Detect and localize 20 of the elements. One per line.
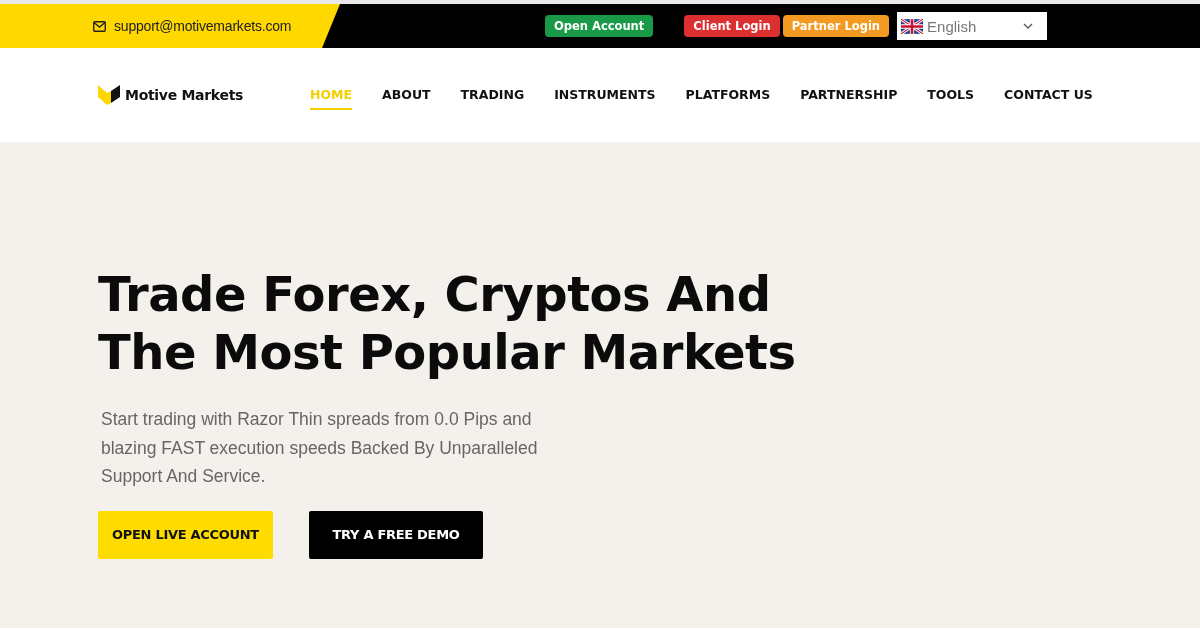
cta-button[interactable]: TRY A FREE DEMO bbox=[309, 510, 483, 559]
cta-button[interactable]: OPEN LIVE ACCOUNT bbox=[98, 510, 273, 559]
language-select[interactable]: English bbox=[897, 12, 1048, 40]
nav-link[interactable]: PLATFORMS bbox=[685, 80, 771, 110]
nav-link[interactable]: INSTRUMENTS bbox=[554, 80, 656, 110]
nav-link[interactable]: ABOUT bbox=[382, 80, 431, 110]
hero-text: Start trading with Razor Thin spreads from 0.0 Pips and blazing FAST execution speeds Backed By Unparalleled Support And Service. bbox=[101, 408, 539, 488]
email-link[interactable]: support@motivemarkets.com bbox=[114, 18, 292, 34]
nav-link[interactable]: CONTACT US bbox=[1004, 80, 1093, 110]
email-icon bbox=[93, 20, 106, 32]
top-button[interactable]: Client Login bbox=[684, 15, 780, 37]
flag-icon bbox=[901, 18, 924, 34]
logo-icon bbox=[98, 85, 120, 105]
logo-text[interactable]: Motive Markets bbox=[125, 87, 244, 103]
top-button[interactable]: Open Account bbox=[545, 15, 654, 37]
hero-heading: Trade Forex, Cryptos And The Most Popular Markets bbox=[98, 265, 797, 381]
nav-link[interactable]: TOOLS bbox=[927, 80, 975, 110]
nav-link[interactable]: PARTNERSHIP bbox=[800, 80, 898, 110]
chevron-down-icon bbox=[1023, 23, 1034, 29]
nav-link[interactable]: TRADING bbox=[460, 80, 525, 110]
